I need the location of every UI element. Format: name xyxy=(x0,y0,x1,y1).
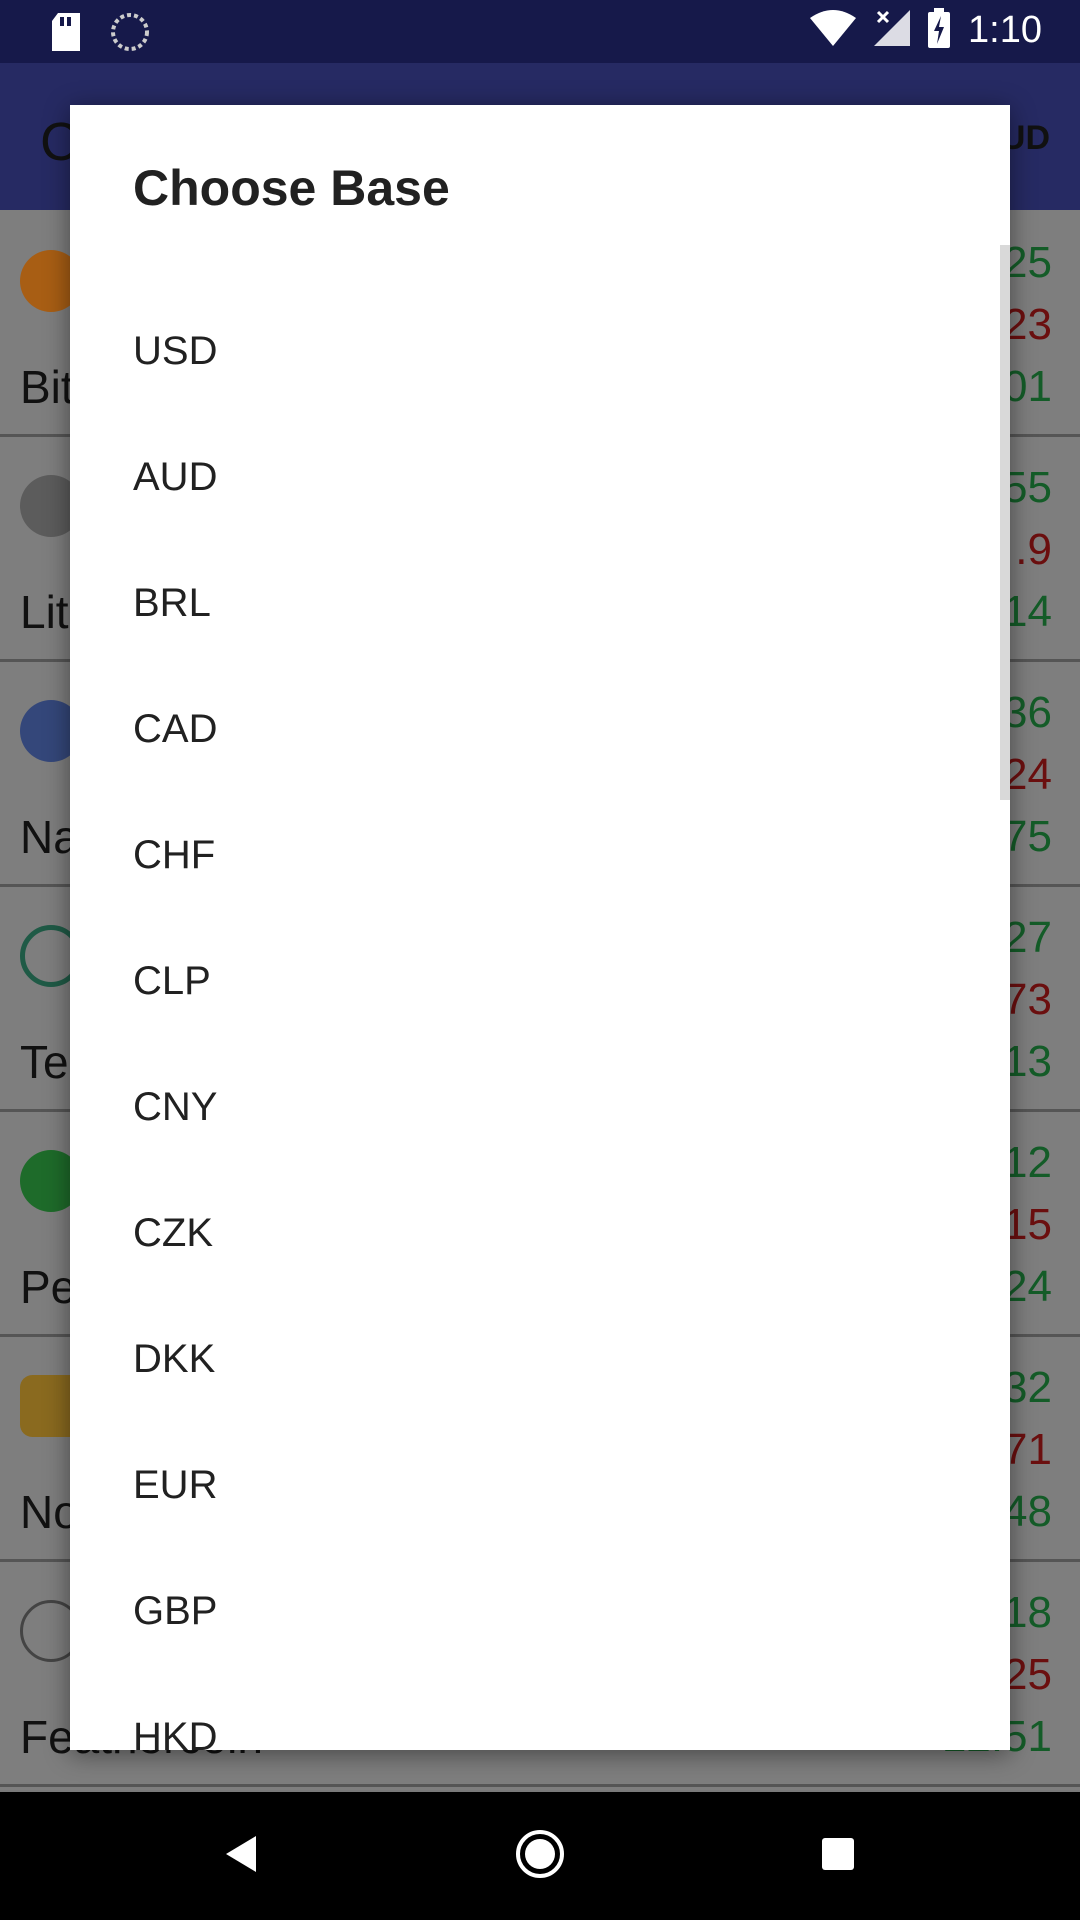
currency-option-usd[interactable]: USD xyxy=(70,288,1010,414)
coin-value: 15 xyxy=(1003,1200,1052,1249)
coin-value: 27 xyxy=(1003,913,1052,962)
clock: 1:10 xyxy=(968,9,1042,51)
coin-name: Bit xyxy=(20,361,74,413)
choose-base-dialog: Choose Base USD AUD BRL CAD CHF CLP CNY … xyxy=(70,105,1010,1750)
coin-value: 23 xyxy=(1003,300,1052,349)
currency-option-hkd[interactable]: HKD xyxy=(70,1674,1010,1751)
currency-option-gbp[interactable]: GBP xyxy=(70,1548,1010,1674)
coin-value: 75 xyxy=(1003,812,1052,861)
coin-value: 73 xyxy=(1003,975,1052,1024)
sync-icon xyxy=(110,12,150,57)
coin-value: 55 xyxy=(1003,463,1052,512)
scrollbar-thumb[interactable] xyxy=(1000,245,1010,800)
coin-value: .9 xyxy=(1015,525,1052,574)
currency-option-clp[interactable]: CLP xyxy=(70,918,1010,1044)
coin-value: 25 xyxy=(1003,238,1052,287)
coin-name: Lit xyxy=(20,586,69,638)
navigation-bar xyxy=(0,1792,1080,1920)
coin-value: 24 xyxy=(1003,750,1052,799)
currency-option-cny[interactable]: CNY xyxy=(70,1044,1010,1170)
currency-option-aud[interactable]: AUD xyxy=(70,414,1010,540)
currency-option-brl[interactable]: BRL xyxy=(70,540,1010,666)
coin-value: 24 xyxy=(1003,1262,1052,1311)
sd-card-icon xyxy=(50,13,82,56)
coin-value: 48 xyxy=(1003,1487,1052,1536)
coin-value: 13 xyxy=(1003,1037,1052,1086)
back-icon xyxy=(222,1834,258,1879)
status-bar: 1:10 xyxy=(0,0,1080,63)
coin-name: Pe xyxy=(20,1261,77,1313)
back-button[interactable] xyxy=(160,1792,320,1920)
recents-button[interactable] xyxy=(758,1792,918,1920)
battery-charging-icon xyxy=(928,8,951,53)
wifi-icon xyxy=(810,10,857,51)
coin-value: 25 xyxy=(1003,1650,1052,1699)
currency-option-cad[interactable]: CAD xyxy=(70,666,1010,792)
home-icon xyxy=(515,1829,565,1884)
coin-value: 32 xyxy=(1003,1363,1052,1412)
coin-value: 36 xyxy=(1003,688,1052,737)
coin-value: 18 xyxy=(1003,1588,1052,1637)
coin-value: 14 xyxy=(1003,587,1052,636)
coin-name: Te xyxy=(20,1036,69,1088)
coin-value: 12 xyxy=(1003,1138,1052,1187)
signal-icon xyxy=(874,10,911,51)
coin-value: 71 xyxy=(1003,1425,1052,1474)
currency-option-czk[interactable]: CZK xyxy=(70,1170,1010,1296)
home-button[interactable] xyxy=(460,1792,620,1920)
currency-option-list: USD AUD BRL CAD CHF CLP CNY CZK DKK EUR … xyxy=(70,288,1010,1751)
currency-option-chf[interactable]: CHF xyxy=(70,792,1010,918)
currency-option-eur[interactable]: EUR xyxy=(70,1422,1010,1548)
dialog-title: Choose Base xyxy=(133,160,450,216)
coin-value: 01 xyxy=(1003,362,1052,411)
currency-option-dkk[interactable]: DKK xyxy=(70,1296,1010,1422)
recents-icon xyxy=(820,1836,856,1877)
